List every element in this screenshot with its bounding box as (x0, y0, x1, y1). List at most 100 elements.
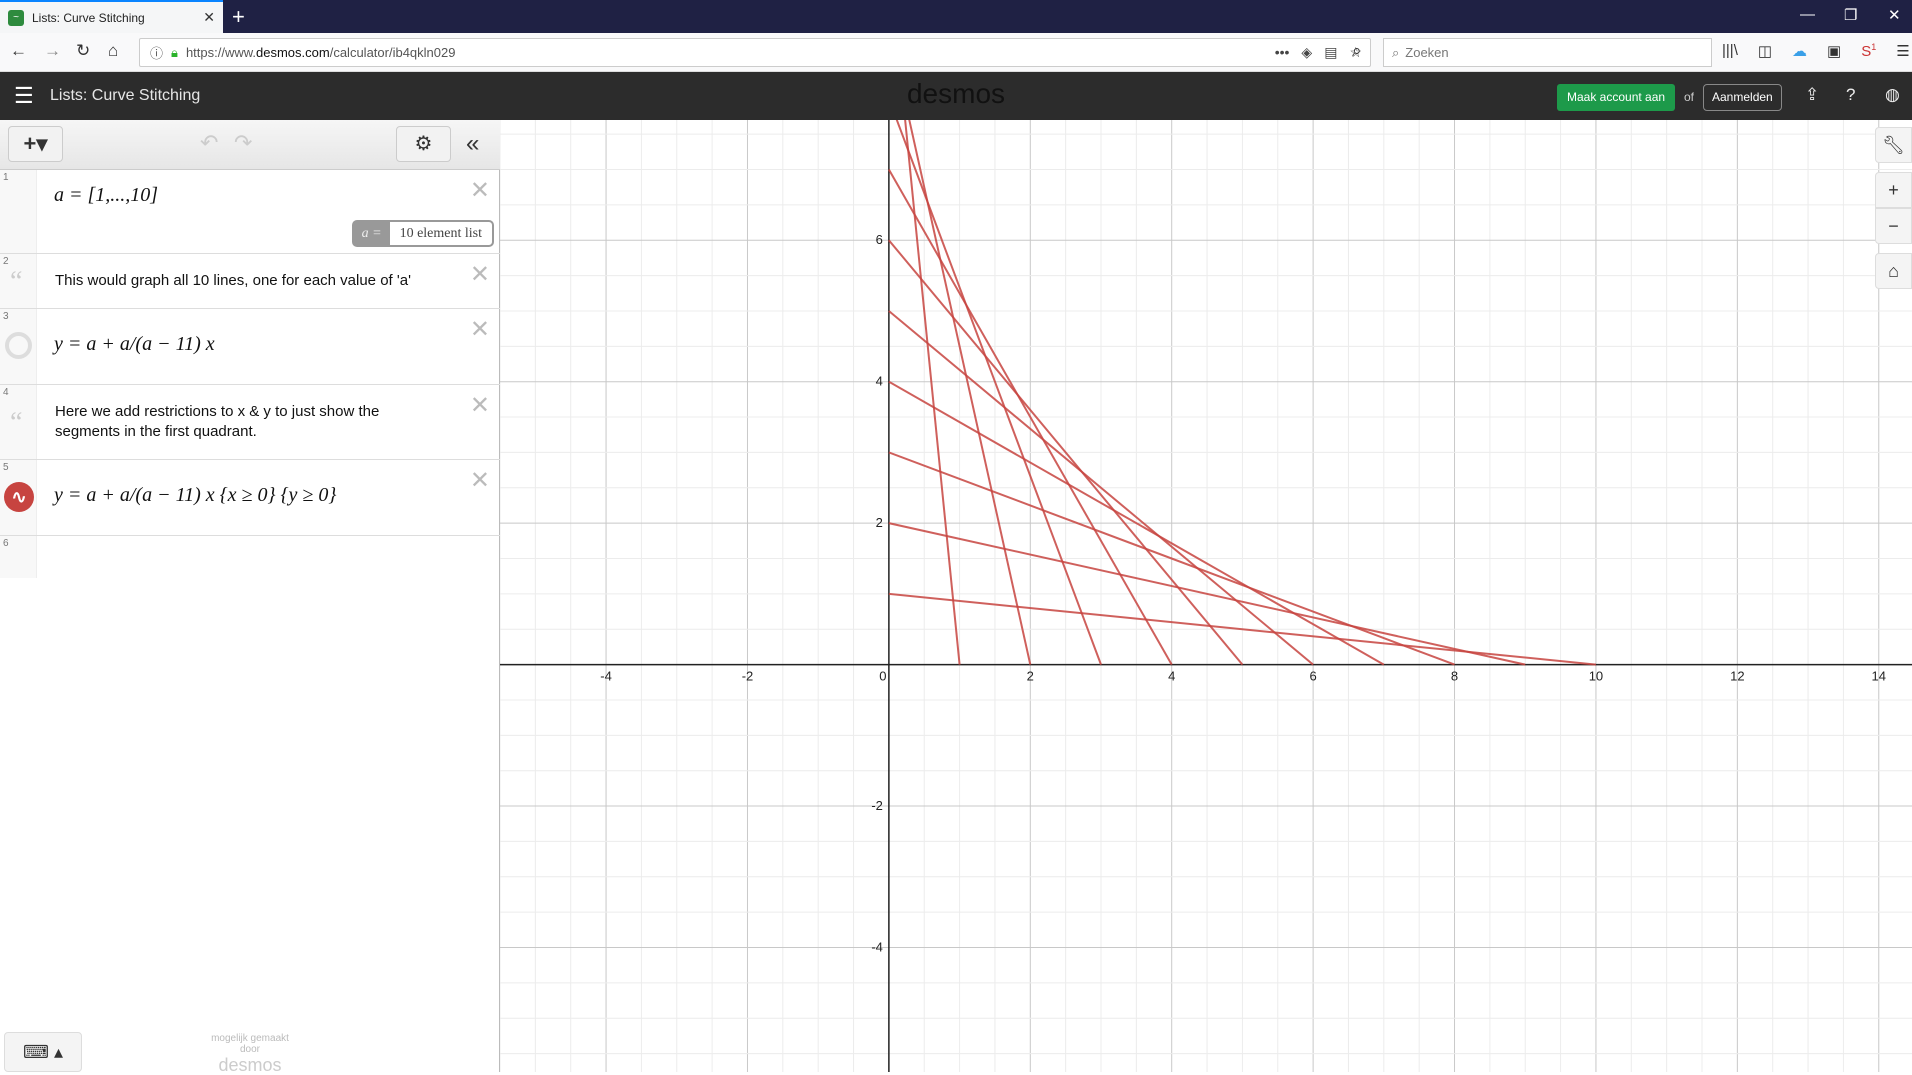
search-input[interactable]: ⌕ Zoeken (1383, 38, 1712, 67)
note-quote-icon: “ (10, 407, 23, 438)
url-prefix: https://www. (185, 45, 257, 60)
row-number: 4 (3, 387, 9, 398)
library-icon[interactable]: |||\ (1722, 42, 1738, 60)
x-tick-label: 2 (1027, 669, 1034, 684)
flag-icon: ▤ (1324, 44, 1338, 60)
restore-icon[interactable]: ❐ (1844, 6, 1857, 24)
help-icon[interactable]: ? (1846, 85, 1855, 105)
list-label: a = (353, 222, 390, 245)
desmos-header: ☰ Lists: Curve Stitching desmos Maak acc… (0, 72, 1912, 120)
note-row-2[interactable]: 2 “ This would graph all 10 lines, one fo… (0, 254, 500, 309)
x-tick-label: -4 (600, 669, 612, 684)
forward-icon[interactable]: → (44, 41, 61, 61)
menu-icon[interactable]: ☰ (1896, 42, 1909, 60)
graph-canvas[interactable]: -4 -2 0 2 4 6 8 10 12 14 -4 -2 2 4 6 (500, 120, 1912, 1072)
row-number: 2 (3, 256, 9, 267)
cloud-icon[interactable]: ☁ (1792, 42, 1807, 60)
navigation-bar: ← → ↻ ⌂ ⓘ 🔒︎ https://www. desmos.com/calc… (0, 33, 1912, 72)
row-number: 6 (3, 538, 9, 549)
add-item-button[interactable]: +▾ (8, 126, 63, 162)
back-icon[interactable]: ← (10, 41, 27, 61)
x-tick-label: 6 (1310, 669, 1317, 684)
close-window-icon[interactable]: ✕ (1888, 6, 1901, 24)
keyboard-toggle-button[interactable]: ⌨ ▴ (4, 1032, 82, 1072)
reload-icon[interactable]: ↻ (76, 41, 90, 61)
settings-gear-icon[interactable]: ⚙ (396, 126, 451, 162)
language-globe-icon[interactable]: ◍ (1885, 85, 1900, 105)
search-icon[interactable]: ⌕ (1352, 41, 1362, 61)
home-icon[interactable]: ⌂ (108, 41, 118, 61)
delete-expression-icon[interactable]: ✕ (470, 466, 490, 495)
or-label: of (1684, 90, 1695, 104)
y-tick-label: 6 (876, 232, 883, 247)
row-number: 5 (3, 462, 9, 473)
row-number: 1 (3, 172, 9, 183)
new-tab-icon[interactable]: + (232, 4, 245, 30)
expression-math[interactable]: a = [1,...,10] (54, 184, 158, 207)
search-placeholder: Zoeken (1405, 45, 1449, 60)
url-domain: desmos.com (256, 45, 330, 60)
hidden-graph-toggle-icon[interactable] (5, 332, 32, 359)
info-icon[interactable]: ⓘ (150, 43, 163, 62)
delete-expression-icon[interactable]: ✕ (470, 391, 490, 420)
note-text[interactable]: Here we add restrictions to x & y to jus… (55, 402, 425, 442)
extension-s-icon[interactable]: S1 (1861, 42, 1876, 60)
graph-settings-wrench-icon[interactable]: 🔧︎ (1875, 127, 1912, 163)
expression-toolbar: +▾ ↶ ↷ ⚙ « (0, 120, 500, 170)
close-tab-icon[interactable]: ✕ (203, 9, 215, 26)
delete-expression-icon[interactable]: ✕ (470, 260, 490, 289)
create-account-button[interactable]: Maak account aan (1557, 84, 1676, 111)
zoom-out-button[interactable]: − (1875, 208, 1912, 244)
extension-icon[interactable]: ▣ (1827, 42, 1841, 60)
more-icon[interactable]: ••• (1275, 44, 1290, 61)
search-icon: ⌕ (1392, 44, 1400, 60)
empty-expression-row-6[interactable]: 6 (0, 536, 500, 578)
x-tick-label: 4 (1168, 669, 1175, 684)
x-tick-label: 10 (1589, 669, 1603, 684)
notification-badge: 1 (1871, 42, 1877, 52)
desmos-favicon: ~ (8, 9, 24, 26)
expression-row-1[interactable]: 1 a = [1,...,10] ✕ a = 10 element list (0, 170, 500, 254)
note-text[interactable]: This would graph all 10 lines, one for e… (55, 271, 411, 291)
expression-math[interactable]: y = a + a/(a − 11) x (54, 333, 215, 356)
x-tick-label: 14 (1872, 669, 1886, 684)
x-tick-label: 12 (1730, 669, 1744, 684)
y-tick-label: -4 (871, 940, 883, 955)
url-path: /calculator/ib4qkln029 (329, 45, 456, 60)
url-bar[interactable]: ⓘ 🔒︎ https://www. desmos.com/calculator/i… (139, 38, 1371, 67)
minimize-icon[interactable]: — (1800, 6, 1815, 23)
expression-row-5[interactable]: 5 ∿ y = a + a/(a − 11) x {x ≥ 0} {y ≥ 0}… (0, 460, 500, 536)
powered-text: mogelijk gemaakt (211, 1033, 289, 1044)
sidebar-icon[interactable]: ◫ (1758, 42, 1772, 60)
expression-row-3[interactable]: 3 y = a + a/(a − 11) x ✕ (0, 309, 500, 385)
row-number: 3 (3, 311, 9, 322)
note-quote-icon: “ (10, 266, 23, 297)
share-icon[interactable]: ⇪ (1805, 85, 1819, 105)
y-tick-label: 2 (876, 515, 883, 530)
lock-icon: 🔒︎ (171, 44, 178, 60)
x-tick-label: -2 (742, 669, 754, 684)
pocket-icon[interactable]: ◈ (1301, 44, 1312, 61)
default-zoom-home-icon[interactable]: ⌂ (1875, 253, 1912, 289)
y-tick-label: -2 (871, 798, 883, 813)
note-row-4[interactable]: 4 “ Here we add restrictions to x & y to … (0, 385, 500, 460)
undo-icon[interactable]: ↶ (200, 130, 218, 156)
expression-panel: +▾ ↶ ↷ ⚙ « 1 a = [1,...,10] ✕ a = 10 elem… (0, 120, 500, 1075)
graph-color-toggle-icon[interactable]: ∿ (4, 482, 34, 512)
redo-icon[interactable]: ↷ (234, 130, 252, 156)
tab-title: Lists: Curve Stitching (32, 10, 145, 25)
y-tick-label: 4 (876, 374, 883, 389)
login-button[interactable]: Aanmelden (1703, 84, 1782, 111)
delete-expression-icon[interactable]: ✕ (470, 315, 490, 344)
expression-math[interactable]: y = a + a/(a − 11) x {x ≥ 0} {y ≥ 0} (54, 484, 336, 507)
x-tick-label: 0 (879, 669, 886, 684)
browser-titlebar: ~ Lists: Curve Stitching ✕ + — ❐ ✕ (0, 0, 1912, 33)
powered-logo: desmos (218, 1055, 282, 1075)
delete-expression-icon[interactable]: ✕ (470, 176, 490, 205)
list-value-badge: a = 10 element list (351, 220, 494, 247)
powered-text-2: door (239, 1044, 260, 1055)
list-value: 10 element list (399, 226, 482, 241)
collapse-panel-icon[interactable]: « (466, 130, 479, 158)
zoom-in-button[interactable]: + (1875, 172, 1912, 208)
browser-tab[interactable]: ~ Lists: Curve Stitching ✕ (0, 0, 223, 33)
